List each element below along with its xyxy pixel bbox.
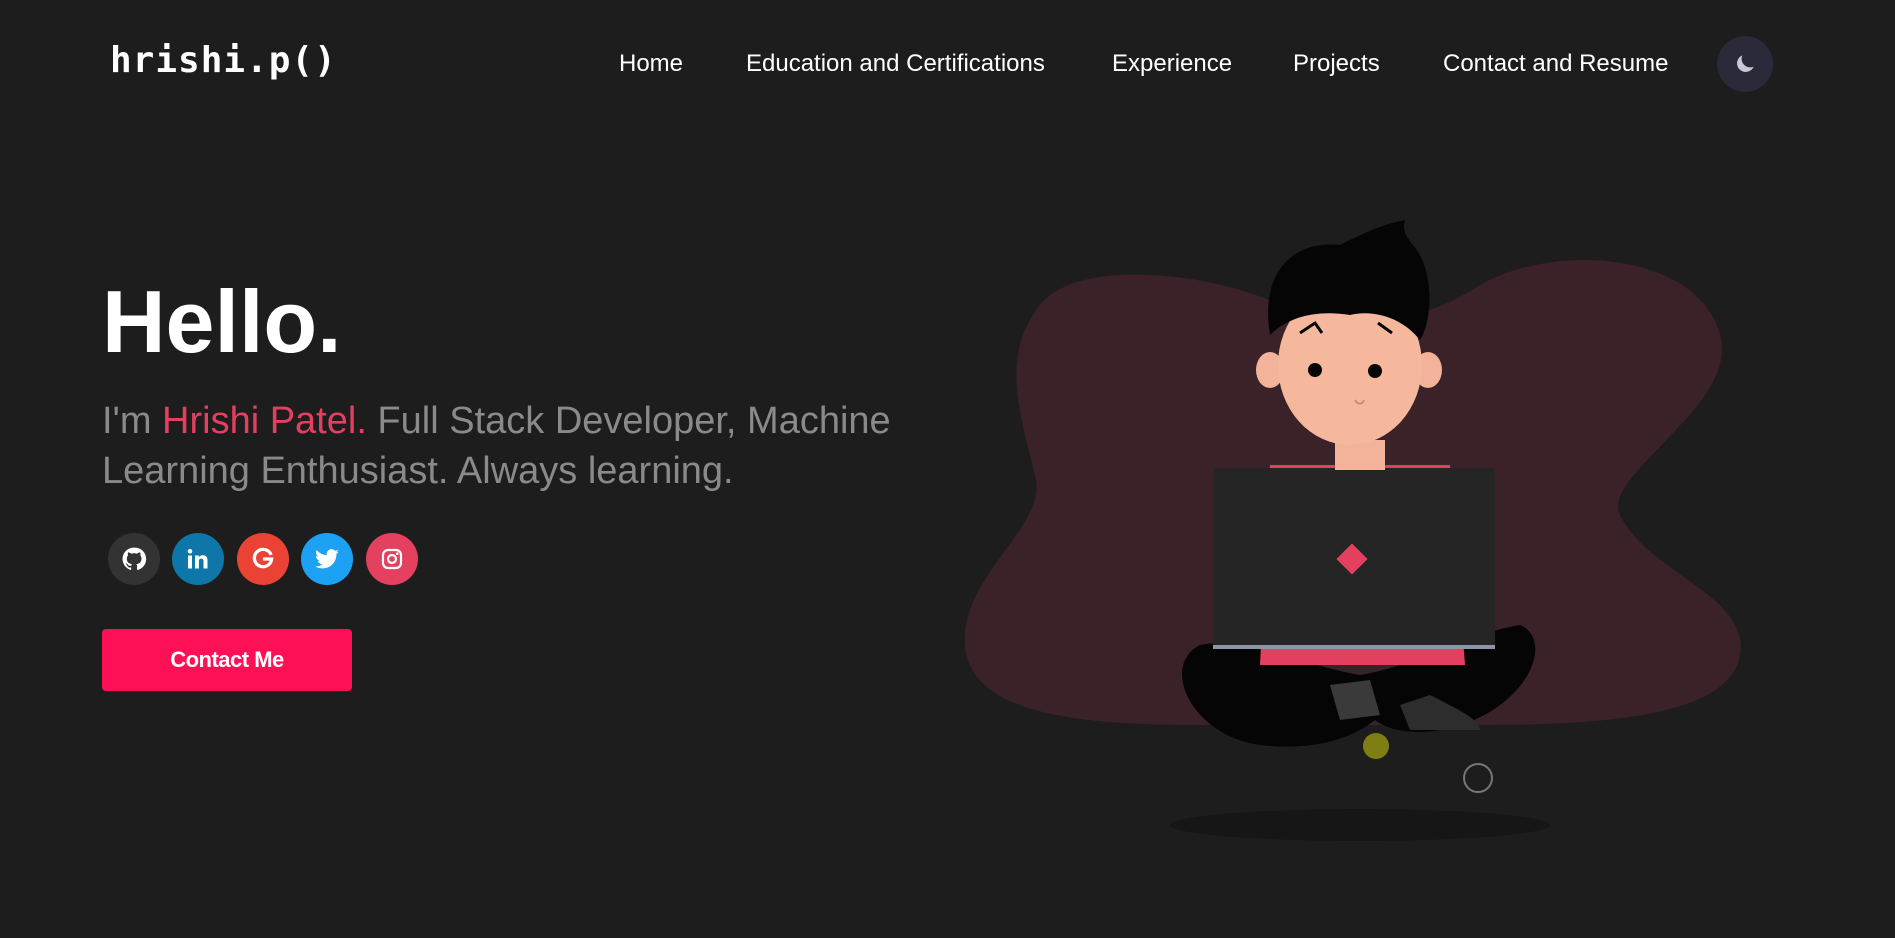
- hero-title: Hello.: [102, 272, 342, 371]
- main-nav: Home Education and Certifications Experi…: [0, 50, 1895, 82]
- left-eye: [1308, 363, 1322, 377]
- theme-toggle-button[interactable]: [1717, 36, 1773, 92]
- intro-prefix: I'm: [102, 400, 163, 442]
- google-link[interactable]: [237, 533, 289, 585]
- nav-experience[interactable]: Experience: [1112, 50, 1232, 78]
- google-icon: [252, 547, 274, 569]
- contact-me-button[interactable]: Contact Me: [102, 629, 352, 691]
- cursor-ring: [1463, 763, 1493, 793]
- floor-shadow: [1170, 809, 1550, 841]
- linkedin-icon: [187, 549, 208, 569]
- instagram-icon: [381, 548, 403, 570]
- instagram-link[interactable]: [366, 533, 418, 585]
- author-name: Hrishi Patel.: [162, 400, 367, 442]
- nav-projects[interactable]: Projects: [1293, 50, 1380, 78]
- linkedin-link[interactable]: [172, 533, 224, 585]
- laptop-edge: [1213, 645, 1495, 649]
- twitter-link[interactable]: [301, 533, 353, 585]
- github-link[interactable]: [108, 533, 160, 585]
- site-header: hrishi.p() Home Education and Certificat…: [0, 0, 1895, 130]
- hero-subtitle: I'm Hrishi Patel. Full Stack Developer, …: [102, 396, 922, 496]
- right-eye: [1368, 364, 1382, 378]
- moon-icon: [1737, 55, 1754, 72]
- nav-home[interactable]: Home: [619, 50, 683, 78]
- twitter-icon: [315, 549, 339, 569]
- cursor-highlight: [1363, 733, 1389, 759]
- nav-contact-resume[interactable]: Contact and Resume: [1443, 50, 1668, 78]
- nav-education[interactable]: Education and Certifications: [746, 50, 1045, 78]
- github-icon: [122, 547, 147, 570]
- developer-illustration: [964, 220, 1741, 841]
